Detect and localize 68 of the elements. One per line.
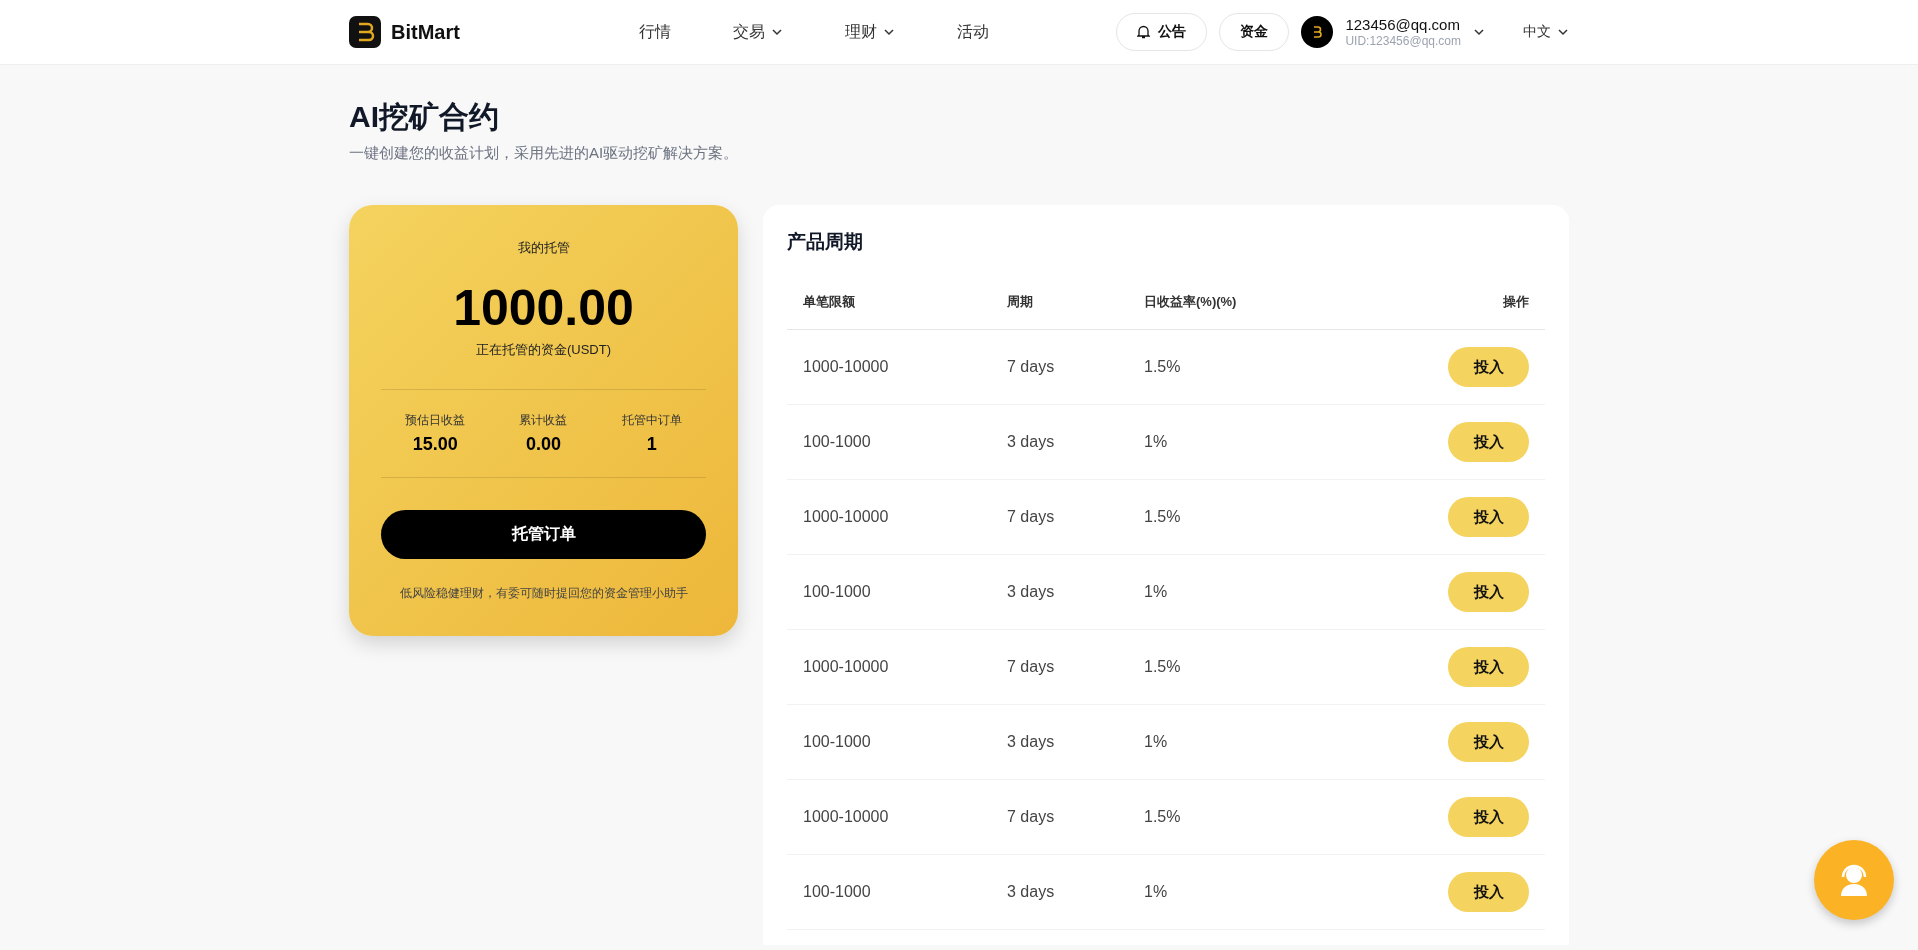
table-cell-text: 1.5% <box>1144 808 1182 826</box>
custody-amount: 1000.00 <box>453 279 634 337</box>
avatar[interactable] <box>1301 16 1334 48</box>
user-id: UID:123456@qq.com <box>1345 33 1461 49</box>
notice-button[interactable]: 公告 <box>1116 13 1208 51</box>
stat-label: 托管中订单 <box>621 412 682 429</box>
table-cell-text: 3 days <box>1007 583 1056 601</box>
page-subtitle: 一键创建您的收益计划，采用先进的AI驱动挖矿解决方案。 <box>349 144 740 163</box>
table-cell-text: 100-1000 <box>803 433 872 451</box>
invest-button[interactable]: 投入 <box>1448 422 1529 462</box>
table-cell-text: 7 days <box>1007 808 1056 826</box>
funds-button[interactable]: 资金 <box>1219 13 1290 51</box>
bell-icon <box>1137 25 1151 39</box>
table-cell-text: 7 days <box>1007 658 1056 676</box>
language-selector[interactable]: 中文 <box>1523 23 1569 41</box>
invest-button[interactable]: 投入 <box>1448 347 1529 387</box>
table-cell-text: 100-1000 <box>803 883 872 901</box>
chevron-down-icon <box>771 26 783 38</box>
nav-link[interactable]: 活动 <box>957 21 989 43</box>
chevron-down-icon <box>1557 26 1569 38</box>
stat-value: 15.00 <box>412 434 458 455</box>
stat-value: 1 <box>646 434 657 455</box>
table-cell-text: 100-1000 <box>803 733 872 751</box>
nav-link[interactable]: 交易 <box>733 21 783 43</box>
brand-name: BitMart <box>391 20 460 44</box>
table-cell-text: 1% <box>1144 433 1169 451</box>
coin-icon <box>1312 26 1323 38</box>
table-cell-text: 1.5% <box>1144 508 1182 526</box>
nav-link[interactable]: 理财 <box>845 21 895 43</box>
column-header: 操作 <box>1502 292 1529 311</box>
table-cell-text: 1000-10000 <box>803 658 890 676</box>
stat-label: 累计收益 <box>519 412 568 429</box>
column-header: 周期 <box>1007 292 1034 311</box>
logo-icon <box>349 16 381 48</box>
chevron-down-icon <box>883 26 895 38</box>
table-cell-text: 1000-10000 <box>803 508 890 526</box>
table-cell-text: 1000-10000 <box>803 808 890 826</box>
card-title: 我的托管 <box>517 239 570 257</box>
invest-button[interactable]: 投入 <box>1448 872 1529 912</box>
custody-orders-button[interactable]: 托管订单 <box>381 510 706 559</box>
stat-value: 0.00 <box>525 434 561 455</box>
table-cell-text: 1.5% <box>1144 358 1182 376</box>
stat-label: 预估日收益 <box>405 412 466 429</box>
amount-label: 正在托管的资金(USDT) <box>475 341 611 359</box>
chevron-down-icon <box>1473 26 1485 38</box>
invest-button[interactable]: 投入 <box>1448 572 1529 612</box>
table-cell-text: 3 days <box>1007 883 1056 901</box>
table-cell-text: 1% <box>1144 733 1169 751</box>
invest-button[interactable]: 投入 <box>1448 722 1529 762</box>
table-cell-text: 3 days <box>1007 733 1056 751</box>
invest-button[interactable]: 投入 <box>1448 797 1529 837</box>
column-header: 单笔限额 <box>803 292 856 311</box>
nav-link[interactable]: 行情 <box>639 21 671 43</box>
table-cell-text: 1% <box>1144 583 1169 601</box>
table-cell-text: 7 days <box>1007 358 1056 376</box>
column-header: 日收益率(%)(%) <box>1144 292 1238 311</box>
table-cell-text: 1.5% <box>1144 658 1182 676</box>
card-note: 低风险稳健理财，有委可随时提回您的资金管理小助手 <box>399 585 688 602</box>
invest-button[interactable]: 投入 <box>1448 497 1529 537</box>
table-title: 产品周期 <box>787 230 864 254</box>
user-email: 123456@qq.com <box>1345 15 1461 34</box>
page-title: AI挖矿合约 <box>349 99 500 135</box>
table-cell-text: 7 days <box>1007 508 1056 526</box>
invest-button[interactable]: 投入 <box>1448 647 1529 687</box>
table-cell-text: 1000-10000 <box>803 358 890 376</box>
table-cell-text: 100-1000 <box>803 583 872 601</box>
table-cell-text: 3 days <box>1007 433 1056 451</box>
table-cell-text: 1% <box>1144 883 1169 901</box>
